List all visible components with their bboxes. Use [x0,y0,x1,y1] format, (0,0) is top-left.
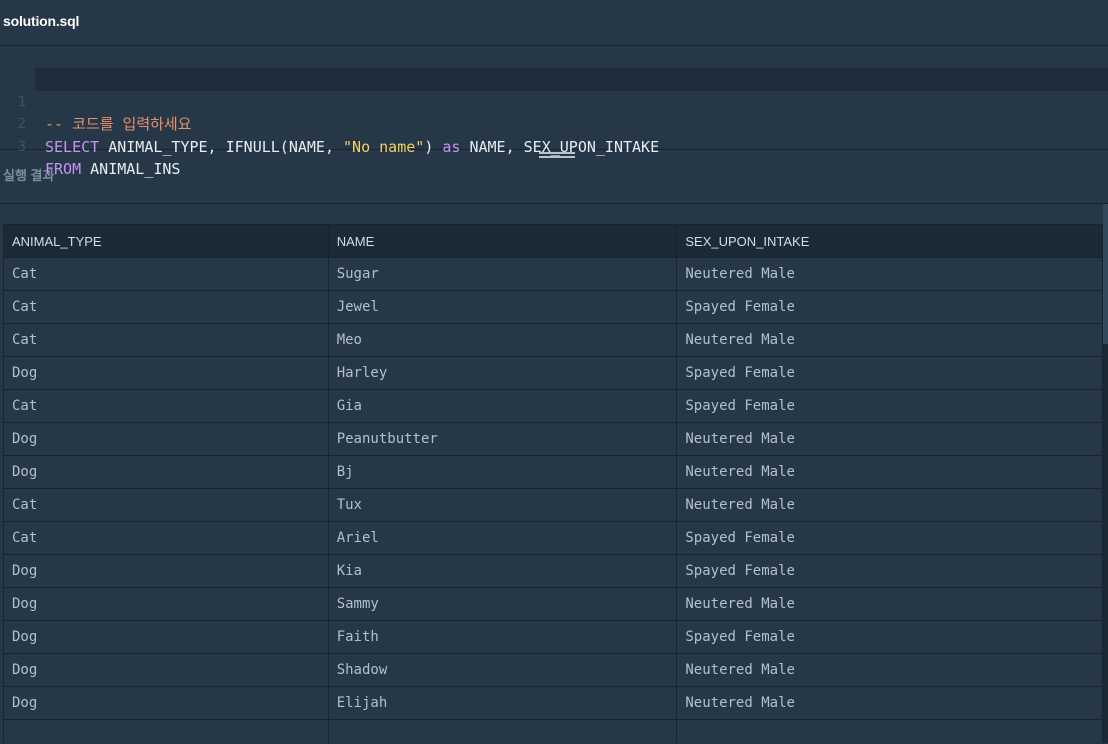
scrollbar-thumb[interactable] [1103,204,1108,344]
table-row: Dog Harley Spayed Female [3,356,1103,390]
sql-string: "No name" [343,137,425,156]
sql-keyword: FROM [45,160,82,178]
table-cell: Dog [3,554,329,588]
sql-text: ) [424,137,443,156]
table-row: Cat Gia Spayed Female [3,389,1103,423]
table-cell: Spayed Female [676,389,1103,423]
table-row [3,719,1103,743]
table-row: Cat Jewel Spayed Female [3,290,1103,324]
table-header-row: ANIMAL_TYPE NAME SEX_UPON_INTAKE [3,224,1103,258]
panel-resize-handle[interactable] [539,152,575,162]
result-table: ANIMAL_TYPE NAME SEX_UPON_INTAKE Cat Suga… [3,224,1103,743]
table-cell: Cat [3,389,329,423]
table-cell: Jewel [327,290,678,324]
table-cell: Tux [327,488,678,522]
table-cell: Elijah [327,686,678,720]
table-cell: Neutered Male [676,455,1103,489]
table-row: Dog Sammy Neutered Male [3,587,1103,621]
table-cell: Peanutbutter [327,422,678,456]
sql-text: ANIMAL_TYPE, IFNULL(NAME, [99,137,344,156]
table-cell: Spayed Female [676,356,1103,390]
table-row: Cat Meo Neutered Male [3,323,1103,357]
table-cell: Dog [3,422,329,456]
result-scrollbar[interactable] [1103,204,1108,743]
table-row: Dog Shadow Neutered Male [3,653,1103,687]
table-cell: Bj [327,455,678,489]
table-cell: Ariel [327,521,678,555]
column-header: SEX_UPON_INTAKE [676,224,1103,258]
table-cell: Shadow [327,653,678,687]
table-cell: Cat [3,323,329,357]
table-cell: Dog [3,686,329,720]
result-panel: ANIMAL_TYPE NAME SEX_UPON_INTAKE Cat Suga… [0,204,1108,743]
table-cell [3,719,329,743]
sql-keyword: SELECT [45,137,100,156]
column-header: ANIMAL_TYPE [3,224,329,258]
table-row: Dog Faith Spayed Female [3,620,1103,654]
table-row: Dog Kia Spayed Female [3,554,1103,588]
table-cell: Harley [327,356,678,390]
column-header: NAME [327,224,678,258]
code-line-1[interactable]: 1 -- 코드를 입력하세요 [18,68,1108,133]
table-cell: Gia [327,389,678,423]
table-cell: Faith [327,620,678,654]
table-cell: Neutered Male [676,257,1103,291]
table-cell [327,719,678,743]
table-cell: Cat [3,290,329,324]
table-cell: Spayed Female [676,620,1103,654]
table-cell: Meo [327,323,678,357]
table-cell: Neutered Male [676,653,1103,687]
code-line-2[interactable]: 2 SELECT ANIMAL_TYPE, IFNULL(NAME, "No n… [0,91,1108,156]
table-cell: Cat [3,521,329,555]
table-cell: Neutered Male [676,323,1103,357]
file-name-tab[interactable]: solution.sql [3,13,79,29]
table-cell: Neutered Male [676,422,1103,456]
table-row: Cat Tux Neutered Male [3,488,1103,522]
table-cell: Cat [3,488,329,522]
table-cell: Spayed Female [676,521,1103,555]
code-editor[interactable]: 1 -- 코드를 입력하세요 2 SELECT ANIMAL_TYPE, IFN… [0,46,1108,179]
table-row: Cat Sugar Neutered Male [3,257,1103,291]
table-cell: Dog [3,455,329,489]
table-cell: Cat [3,257,329,291]
table-cell: Sammy [327,587,678,621]
table-cell: Kia [327,554,678,588]
editor-tab-bar: solution.sql [0,0,1108,46]
code-line-3[interactable]: 3 FROM ANIMAL_INS [0,113,1108,179]
table-cell: Sugar [327,257,678,291]
table-cell: Neutered Male [676,587,1103,621]
table-cell: Dog [3,653,329,687]
table-cell: Spayed Female [676,290,1103,324]
table-cell: Neutered Male [676,686,1103,720]
line-number: 3 [17,138,26,155]
table-cell: Neutered Male [676,488,1103,522]
table-cell: Dog [3,356,329,390]
sql-keyword: as [442,137,461,156]
table-cell [676,719,1103,743]
table-row: Cat Ariel Spayed Female [3,521,1103,555]
table-row: Dog Bj Neutered Male [3,455,1103,489]
table-row: Dog Elijah Neutered Male [3,686,1103,720]
table-cell: Dog [3,587,329,621]
sql-text: ANIMAL_INS [81,160,181,178]
table-cell: Spayed Female [676,554,1103,588]
table-cell: Dog [3,620,329,654]
table-row: Dog Peanutbutter Neutered Male [3,422,1103,456]
